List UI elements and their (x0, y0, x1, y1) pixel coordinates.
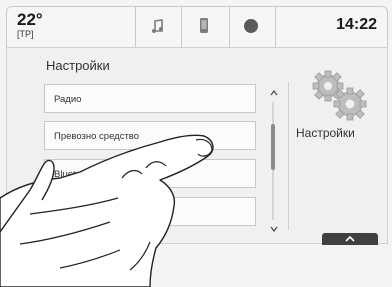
infotainment-screen: 22° [TP] 14:22 Настройки Радио Превозно … (0, 0, 392, 287)
hand-outline (0, 134, 214, 287)
hand-illustration (0, 134, 214, 287)
